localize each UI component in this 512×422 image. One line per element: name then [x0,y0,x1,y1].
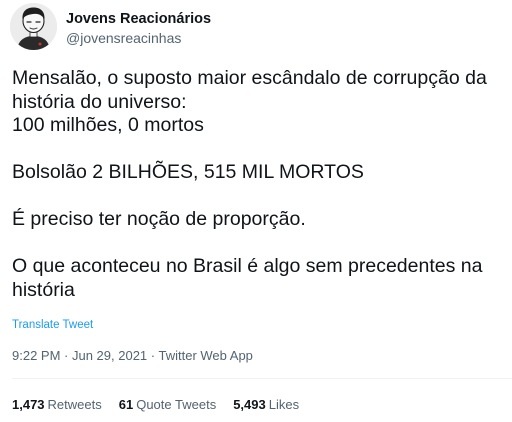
tweet-text-line: É preciso ter noção de proporção. [12,208,306,230]
meta-separator: · [147,348,159,363]
tweet-source[interactable]: Twitter Web App [159,348,253,363]
tweet-text-line: Bolsolão 2 BILHÕES, 515 MIL MORTOS [12,161,364,183]
likes-count: 5,493 [233,397,266,412]
tweet-text-line: história do universo: [12,90,187,113]
retweets-stat[interactable]: 1,473 Retweets [12,397,102,412]
divider [12,378,512,379]
tweet-time[interactable]: 9:22 PM [12,348,60,363]
retweets-label: Retweets [47,397,102,412]
quote-tweets-stat[interactable]: 61 Quote Tweets [119,397,216,412]
meta-separator: · [60,348,72,363]
likes-stat[interactable]: 5,493 Likes [233,397,299,412]
tweet: Jovens Reacionários @jovensreacinhas Men… [0,0,512,422]
tweet-stats: 1,473 Retweets 61 Quote Tweets 5,493 Likes [12,397,299,412]
quote-tweets-count: 61 [118,397,134,412]
tweet-text-line: história [12,278,75,301]
translate-tweet-link[interactable]: Translate Tweet [12,319,93,331]
tweet-text-line: O que aconteceu no Brasil é algo sem pre… [12,255,483,277]
tweet-text: Mensalão, o suposto maior escândalo de c… [12,67,508,302]
author-display-name[interactable]: Jovens Reacionários [66,11,211,27]
avatar[interactable] [10,3,57,50]
tweet-meta: 9:22 PM · Jun 29, 2021 · Twitter Web App [12,348,253,363]
quote-tweets-label: Quote Tweets [136,397,217,412]
author-handle[interactable]: @jovensreacinhas [66,30,181,46]
tweet-date[interactable]: Jun 29, 2021 [72,348,147,363]
cartoon-face-avatar-icon [10,3,57,50]
tweet-text-line: Mensalão, o suposto maior escândalo de c… [12,67,487,89]
tweet-text-line: 100 milhões, 0 mortos [12,114,204,136]
likes-label: Likes [268,397,300,412]
retweets-count: 1,473 [12,397,45,412]
